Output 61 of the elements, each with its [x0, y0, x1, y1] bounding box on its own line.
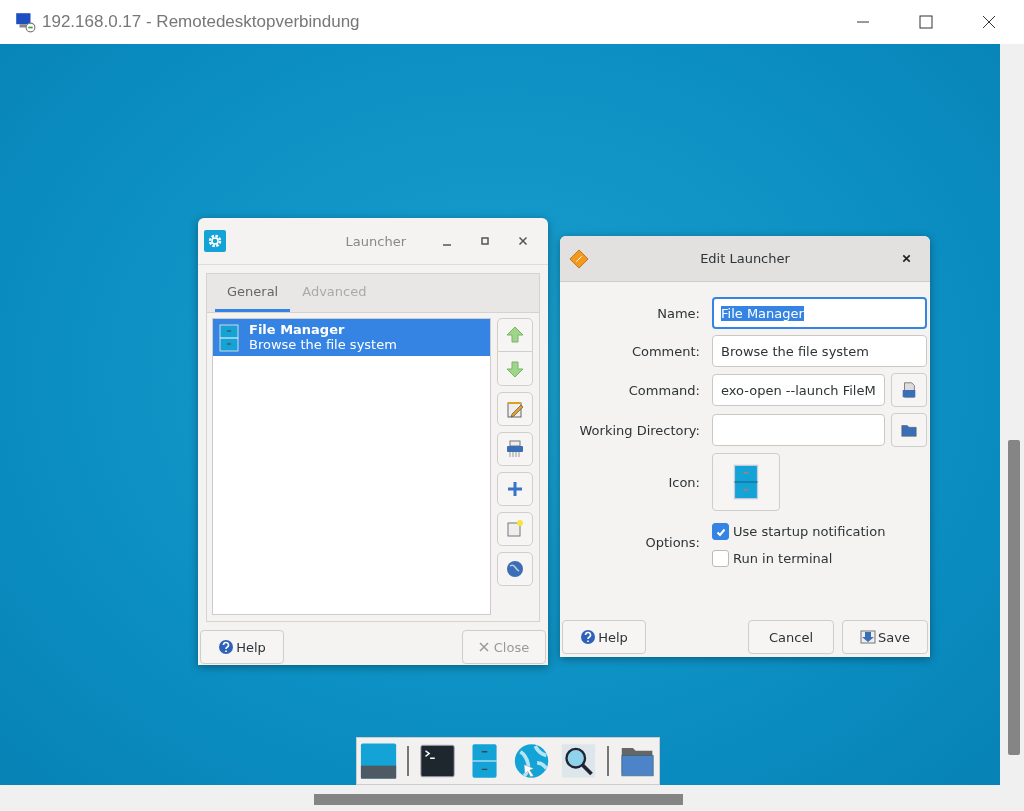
help-icon [580, 629, 597, 645]
add-button[interactable] [497, 472, 533, 506]
scrollbar-thumb[interactable] [1008, 440, 1020, 755]
list-item[interactable]: File Manager Browse the file system [213, 319, 490, 356]
field-value: File Manager [721, 305, 804, 321]
cancel-button[interactable]: Cancel [748, 620, 834, 654]
item-name: File Manager [249, 322, 346, 337]
checkbox-label: Use startup notification [733, 524, 886, 539]
gear-icon [204, 230, 226, 252]
icon-button[interactable] [712, 453, 780, 511]
blank-page-icon [505, 519, 525, 539]
window-title: 192.168.0.17 - Remotedesktopverbindung [42, 12, 360, 32]
up-arrow-icon [505, 325, 525, 345]
field-value: exo-open --launch FileM [721, 382, 876, 398]
maximize-icon[interactable] [918, 14, 934, 30]
shredder-icon [505, 439, 525, 459]
help-icon [218, 639, 235, 655]
checkbox-box[interactable] [712, 550, 729, 567]
plus-icon [505, 479, 525, 499]
field-label: Icon: [667, 474, 700, 490]
input-field[interactable]: File Manager [712, 297, 927, 329]
close-icon [478, 642, 489, 652]
save-button[interactable]: Save [842, 620, 928, 654]
dialog-title: Edit Launcher [699, 251, 791, 266]
help-button[interactable]: Help [562, 620, 646, 654]
checkbox-box[interactable] [712, 523, 729, 540]
maximize-icon[interactable] [479, 235, 491, 247]
monitor-icon [14, 11, 36, 33]
checkbox-label: Run in terminal [733, 551, 833, 566]
file-cabinet-icon [731, 464, 761, 500]
close-icon[interactable] [901, 253, 912, 264]
field-label: Options: [644, 534, 700, 550]
scrollbar-thumb[interactable] [314, 794, 683, 805]
field-value: Browse the file system [721, 343, 869, 359]
file-cabinet-icon [219, 323, 239, 352]
field-label: Command: [627, 382, 700, 398]
help-button[interactable]: Help [200, 630, 284, 664]
down-arrow-icon [505, 358, 525, 379]
checkbox[interactable]: Use startup notification [712, 523, 927, 540]
window-title: Launcher [344, 233, 407, 249]
field-label: Working Directory: [578, 422, 700, 438]
checkbox[interactable]: Run in terminal [712, 550, 927, 567]
field-label: Name: [656, 305, 700, 321]
delete-button[interactable] [497, 432, 533, 466]
globe-button[interactable] [497, 552, 533, 586]
close-icon[interactable] [981, 14, 997, 30]
edit-button[interactable] [497, 392, 533, 426]
save-icon [860, 629, 877, 645]
browse-button[interactable] [890, 413, 927, 447]
diamond-icon [569, 248, 589, 269]
input-field[interactable]: exo-open --launch FileM [712, 374, 885, 406]
input-field[interactable] [712, 414, 885, 446]
browse-button[interactable] [890, 373, 927, 407]
item-comment: Browse the file system [249, 337, 397, 353]
close-icon[interactable] [517, 235, 529, 247]
notepad-pencil-icon [505, 399, 525, 419]
new-item-button[interactable] [497, 512, 533, 546]
field-label: Comment: [630, 343, 700, 359]
desktop-icon[interactable] [360, 740, 398, 782]
input-field[interactable]: Browse the file system [712, 335, 927, 367]
globe-icon [505, 559, 525, 579]
